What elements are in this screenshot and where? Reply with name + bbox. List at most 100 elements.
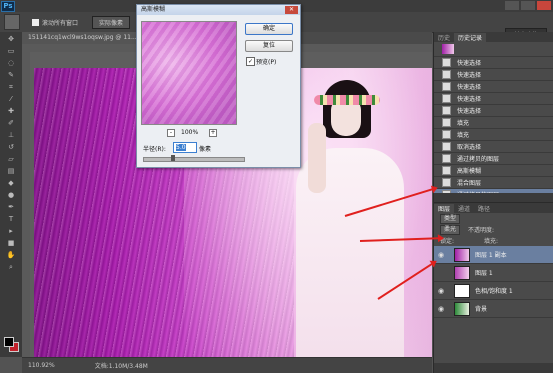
crop-tool-icon[interactable]: ⌗: [5, 83, 17, 92]
history-item[interactable]: 取消选择: [434, 141, 553, 153]
actual-pixels-button[interactable]: 实际像素: [92, 15, 131, 29]
history-item[interactable]: 快速选择: [434, 93, 553, 105]
zoom-in-button[interactable]: +: [209, 129, 217, 137]
tab-history[interactable]: 历史记录: [454, 32, 487, 42]
layer-name: 图层 1: [475, 270, 493, 277]
snapshot-thumbnail: [442, 44, 454, 54]
pen-tool-icon[interactable]: ✒: [5, 203, 17, 212]
ok-button[interactable]: 确定: [245, 23, 293, 35]
history-item[interactable]: 通过拷贝的图层: [434, 153, 553, 165]
healing-tool-icon[interactable]: ✚: [5, 107, 17, 116]
history-item[interactable]: 快速选择: [434, 69, 553, 81]
gradient-tool-icon[interactable]: ▤: [5, 167, 17, 176]
scroll-all-windows-checkbox[interactable]: [32, 18, 39, 26]
marquee-tool-icon[interactable]: ▭: [5, 47, 17, 56]
quick-select-icon: [442, 94, 451, 103]
blend-icon: [442, 178, 451, 187]
layers-panel: 图层 通道 路径 类型 柔光 不透明度: 锁定: 填充: ◉ 图层 1 副本 图…: [433, 202, 553, 373]
history-item-label: 取消选择: [457, 144, 482, 151]
preview-zoom-level: 100%: [181, 129, 199, 136]
layer-thumbnail: [454, 247, 470, 262]
history-brush-icon[interactable]: ↺: [5, 143, 17, 152]
flower-crown: [314, 95, 380, 105]
history-item[interactable]: 混合图层: [434, 177, 553, 189]
history-item-label: 快速选择: [457, 108, 482, 115]
close-button[interactable]: [537, 1, 551, 10]
blur-tool-icon[interactable]: ◆: [5, 179, 17, 188]
quick-select-icon: [442, 70, 451, 79]
eye-icon[interactable]: ◉: [438, 305, 446, 313]
preview-label: 预览(P): [256, 59, 277, 66]
history-item-label: 填充: [457, 132, 470, 139]
tab-history-short[interactable]: 历史: [434, 33, 454, 42]
scroll-all-windows-label: 滚动所有窗口: [42, 19, 79, 27]
history-item-label: 填充: [457, 120, 470, 127]
history-item[interactable]: 快速选择: [434, 81, 553, 93]
toolbox: ✥ ▭ ◌ ✎ ⌗ ⁄ ✚ ✐ ⊥ ↺ ▱ ▤ ◆ ● ✒ T ▸ ■ ✋ ⌕: [0, 32, 23, 357]
zoom-readout[interactable]: 110.92%: [28, 362, 55, 369]
maximize-button[interactable]: [521, 1, 535, 10]
lasso-tool-icon[interactable]: ◌: [5, 59, 17, 68]
foreground-color-swatch[interactable]: [4, 337, 14, 347]
document-tab[interactable]: 151141cq1wcl9ws1oqsw.jpg @ 11...: [22, 32, 143, 44]
type-tool-icon[interactable]: T: [5, 215, 17, 224]
eye-icon[interactable]: ◉: [438, 251, 446, 259]
hand-tool-icon[interactable]: ✋: [5, 251, 17, 260]
history-item[interactable]: 快速选择: [434, 57, 553, 69]
layer-row[interactable]: ◉ 色相/饱和度 1: [434, 282, 553, 300]
radius-slider-track[interactable]: [143, 157, 245, 162]
history-item[interactable]: 填充: [434, 129, 553, 141]
path-select-tool-icon[interactable]: ▸: [5, 227, 17, 236]
shape-tool-icon[interactable]: ■: [5, 239, 17, 248]
tab-paths[interactable]: 路径: [474, 204, 494, 213]
girl-arm: [308, 123, 326, 193]
blur-preview[interactable]: [141, 21, 237, 125]
photoshop-logo: Ps: [1, 0, 15, 12]
zoom-tool-icon[interactable]: ⌕: [5, 263, 17, 272]
quick-select-tool-icon[interactable]: ✎: [5, 71, 17, 80]
hand-tool-icon[interactable]: [4, 14, 20, 30]
blend-mode-select[interactable]: 柔光: [440, 224, 461, 235]
history-item-label: 快速选择: [457, 60, 482, 67]
dodge-tool-icon[interactable]: ●: [5, 191, 17, 200]
dialog-title: 高斯模糊: [137, 5, 300, 15]
history-snapshot[interactable]: [434, 42, 553, 57]
fill-icon: [442, 118, 451, 127]
tab-layers[interactable]: 图层: [434, 203, 455, 213]
history-item[interactable]: 快速选择: [434, 105, 553, 117]
history-item[interactable]: 填充: [434, 117, 553, 129]
dialog-close-button[interactable]: ✕: [285, 6, 298, 14]
layer-copy-icon: [442, 154, 451, 163]
radius-input[interactable]: 5.0: [173, 142, 197, 153]
layer-name: 色相/饱和度 1: [475, 288, 513, 295]
eye-icon[interactable]: ◉: [438, 287, 446, 295]
layer-name: 图层 1 副本: [475, 252, 507, 259]
move-tool-icon[interactable]: ✥: [5, 35, 17, 44]
minimize-button[interactable]: [505, 1, 519, 10]
history-panel-footer: [434, 193, 553, 202]
zoom-out-button[interactable]: -: [167, 129, 175, 137]
brush-tool-icon[interactable]: ✐: [5, 119, 17, 128]
preview-checkbox[interactable]: ✓: [246, 57, 255, 66]
stamp-tool-icon[interactable]: ⊥: [5, 131, 17, 140]
history-item-label: 通过拷贝的图层: [457, 156, 500, 163]
history-item-label: 混合图层: [457, 180, 482, 187]
layer-name: 背景: [475, 306, 488, 313]
eyedropper-tool-icon[interactable]: ⁄: [5, 95, 17, 104]
layer-kind-select[interactable]: 类型: [440, 213, 461, 224]
reset-button[interactable]: 复位: [245, 40, 293, 52]
history-item-label: 快速选择: [457, 84, 482, 91]
layer-row[interactable]: ◉ 背景: [434, 300, 553, 318]
history-item[interactable]: 高斯模糊: [434, 165, 553, 177]
history-panel-tabs: 历史 历史记录: [434, 32, 553, 42]
layer-thumbnail: [454, 265, 470, 280]
fill-icon: [442, 130, 451, 139]
radius-slider-thumb[interactable]: [171, 155, 175, 161]
layer-row[interactable]: ◉ 图层 1 副本: [434, 246, 553, 264]
status-bar: 110.92% 文档:1.10M/3.48M: [22, 357, 432, 373]
eye-icon[interactable]: [438, 269, 446, 277]
tab-channels[interactable]: 通道: [454, 204, 474, 213]
adjustment-layer-thumbnail: [454, 283, 470, 298]
layer-row[interactable]: 图层 1: [434, 264, 553, 282]
eraser-tool-icon[interactable]: ▱: [5, 155, 17, 164]
